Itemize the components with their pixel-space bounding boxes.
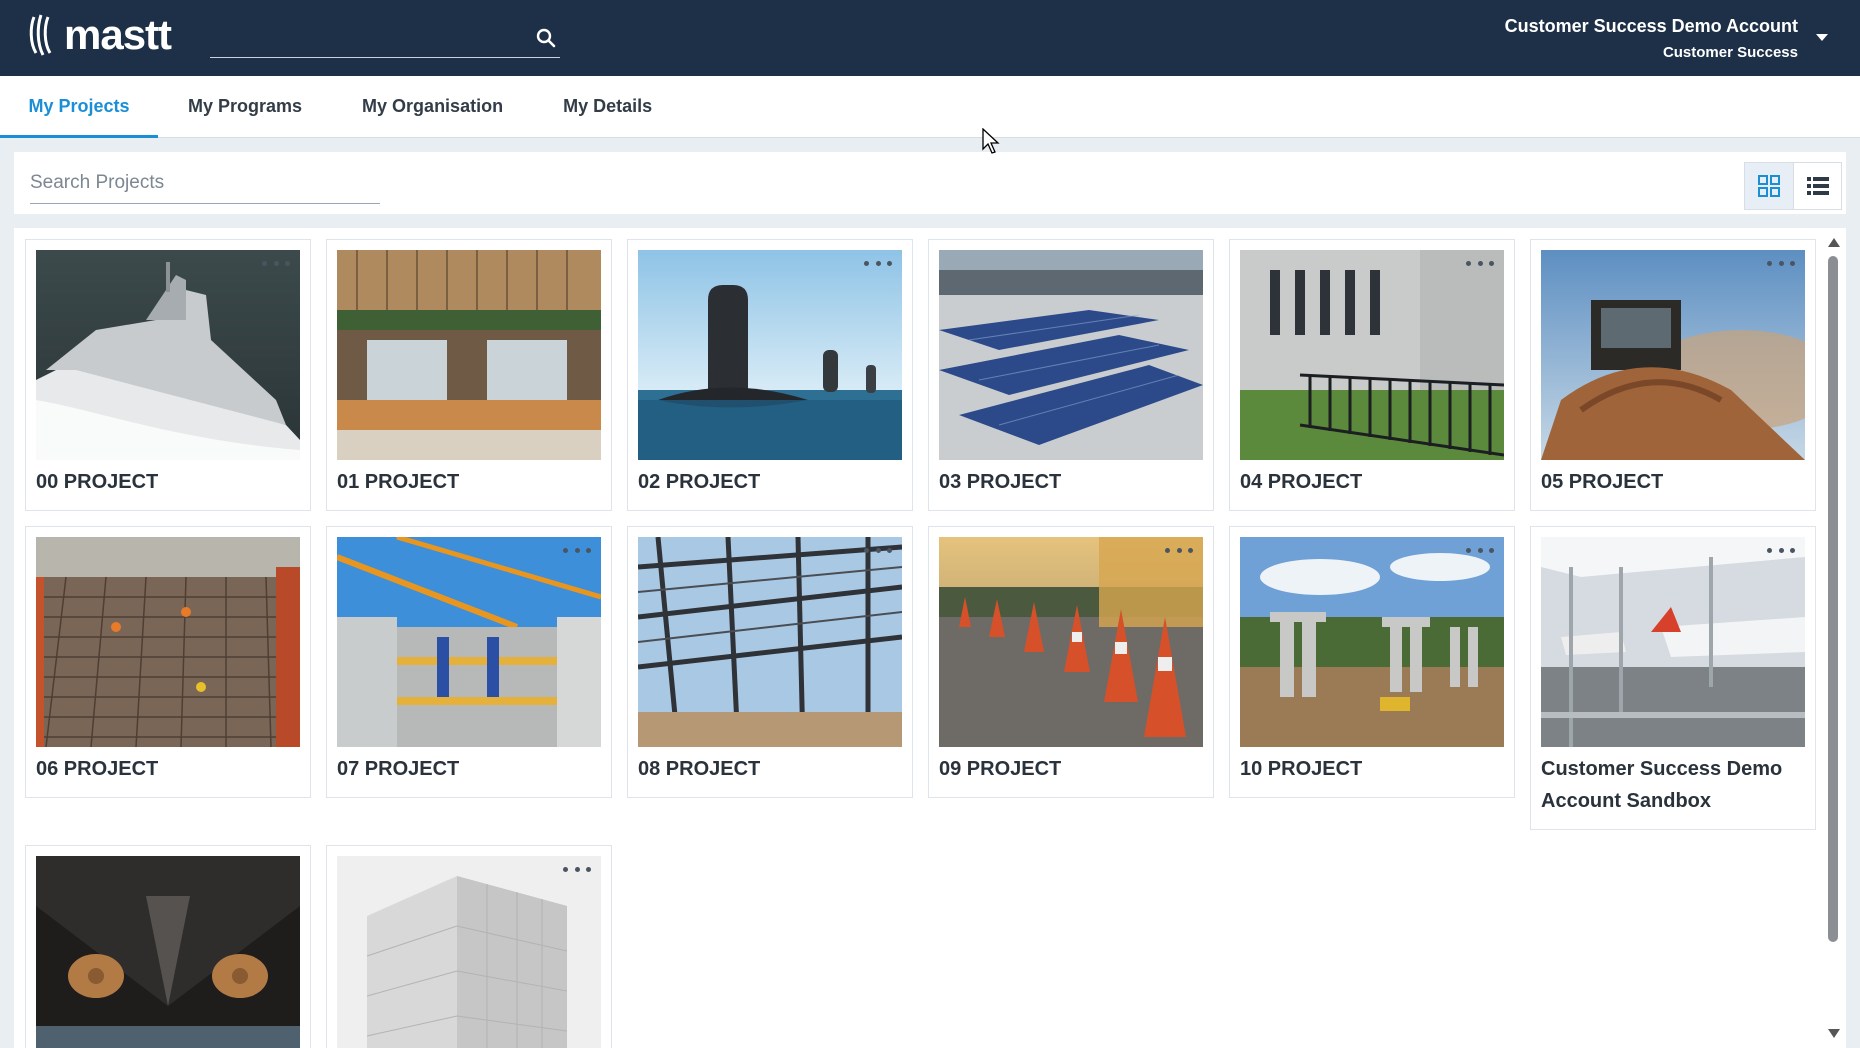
mouse-cursor-icon: [982, 128, 1000, 154]
project-title: 00 PROJECT: [36, 471, 159, 493]
project-filter-bar: [14, 152, 1846, 214]
project-title: 03 PROJECT: [939, 471, 1062, 493]
more-options-icon[interactable]: [262, 256, 290, 270]
mastt-logo[interactable]: mastt: [28, 11, 172, 58]
list-icon: [1806, 177, 1829, 195]
project-image-building-fence: [1240, 250, 1504, 460]
more-options-icon[interactable]: [1466, 256, 1494, 270]
project-card[interactable]: [326, 845, 612, 1048]
project-image-traffic-cones: [939, 537, 1203, 747]
project-title: 05 PROJECT: [1541, 471, 1664, 493]
account-menu[interactable]: Customer Success Demo Account Customer S…: [1505, 14, 1798, 65]
project-image-ship-propellers: [36, 856, 300, 1048]
tab-my-projects[interactable]: My Projects: [0, 76, 158, 138]
project-image-naval-ship: [36, 250, 300, 460]
account-name: Customer Success Demo Account: [1504, 16, 1798, 36]
project-card[interactable]: [25, 845, 311, 1048]
project-image-bulldozer: [1541, 250, 1805, 460]
project-image-bridge-piers: [1240, 537, 1504, 747]
project-title: 10 PROJECT: [1240, 758, 1363, 780]
more-options-icon[interactable]: [563, 862, 591, 876]
project-card[interactable]: 02 PROJECT: [627, 239, 913, 511]
project-search: [30, 164, 380, 204]
project-card[interactable]: 01 PROJECT: [326, 239, 612, 511]
top-header: mastt Customer Success Demo Account Cust…: [0, 0, 1860, 76]
more-options-icon[interactable]: [864, 256, 892, 270]
project-card[interactable]: 00 PROJECT: [25, 239, 311, 511]
project-title: 08 PROJECT: [638, 758, 761, 780]
project-card[interactable]: 09 PROJECT: [928, 526, 1214, 798]
global-search-input[interactable]: [210, 20, 520, 54]
project-image-glass-building: [337, 856, 601, 1048]
scroll-thumb[interactable]: [1828, 256, 1838, 942]
tab-my-programs[interactable]: My Programs: [158, 76, 332, 138]
project-card[interactable]: 08 PROJECT: [627, 526, 913, 798]
project-card[interactable]: 07 PROJECT: [326, 526, 612, 798]
search-icon[interactable]: [534, 26, 558, 50]
more-options-icon[interactable]: [1767, 256, 1795, 270]
project-title: 09 PROJECT: [939, 758, 1062, 780]
project-title: 04 PROJECT: [1240, 471, 1363, 493]
grid-icon: [1758, 175, 1780, 197]
project-card[interactable]: 05 PROJECT: [1530, 239, 1816, 511]
project-image-rebar-deck: [36, 537, 300, 747]
caret-down-icon[interactable]: [1816, 34, 1828, 41]
project-title: Customer Success Demo Account Sandbox: [1541, 758, 1783, 812]
main-tabs: My Projects My Programs My Organisation …: [0, 76, 1860, 138]
account-role: Customer Success: [1662, 44, 1798, 61]
tab-my-organisation[interactable]: My Organisation: [332, 76, 533, 138]
grid-view-button[interactable]: [1745, 163, 1793, 209]
project-image-steel-roof-frame: [638, 537, 902, 747]
project-title: 01 PROJECT: [337, 471, 460, 493]
scroll-up-arrow-icon[interactable]: [1828, 238, 1840, 247]
list-view-button[interactable]: [1793, 163, 1841, 209]
project-title: 07 PROJECT: [337, 758, 460, 780]
project-card[interactable]: 10 PROJECT: [1229, 526, 1515, 798]
project-card[interactable]: 06 PROJECT: [25, 526, 311, 798]
project-card[interactable]: 04 PROJECT: [1229, 239, 1515, 511]
project-card[interactable]: Customer Success Demo Account Sandbox: [1530, 526, 1816, 830]
project-search-input[interactable]: [30, 164, 380, 202]
more-options-icon[interactable]: [864, 543, 892, 557]
project-image-submarines: [638, 250, 902, 460]
more-options-icon[interactable]: [1767, 543, 1795, 557]
more-options-icon[interactable]: [563, 543, 591, 557]
scroll-down-arrow-icon[interactable]: [1828, 1029, 1840, 1038]
project-image-solar-panels: [939, 250, 1203, 460]
mastt-logo-icon: [29, 14, 52, 56]
global-search: [210, 20, 560, 58]
project-grid: 00 PROJECT 01 PROJECT 02 PROJECT 03 PROJ…: [25, 239, 1816, 1048]
grid-scrollbar[interactable]: [1826, 238, 1840, 1038]
project-grid-panel: 00 PROJECT 01 PROJECT 02 PROJECT 03 PROJ…: [14, 228, 1846, 1048]
logo-text: mastt: [64, 11, 172, 58]
project-image-cranes-construction: [337, 537, 601, 747]
more-options-icon[interactable]: [1466, 543, 1494, 557]
more-options-icon[interactable]: [1165, 543, 1193, 557]
project-image-restaurant-interior: [337, 250, 601, 460]
project-image-airport-apron: [1541, 537, 1805, 747]
project-title: 02 PROJECT: [638, 471, 761, 493]
view-toggle: [1744, 162, 1842, 210]
project-card[interactable]: 03 PROJECT: [928, 239, 1214, 511]
tab-my-details[interactable]: My Details: [533, 76, 682, 138]
project-title: 06 PROJECT: [36, 758, 159, 780]
